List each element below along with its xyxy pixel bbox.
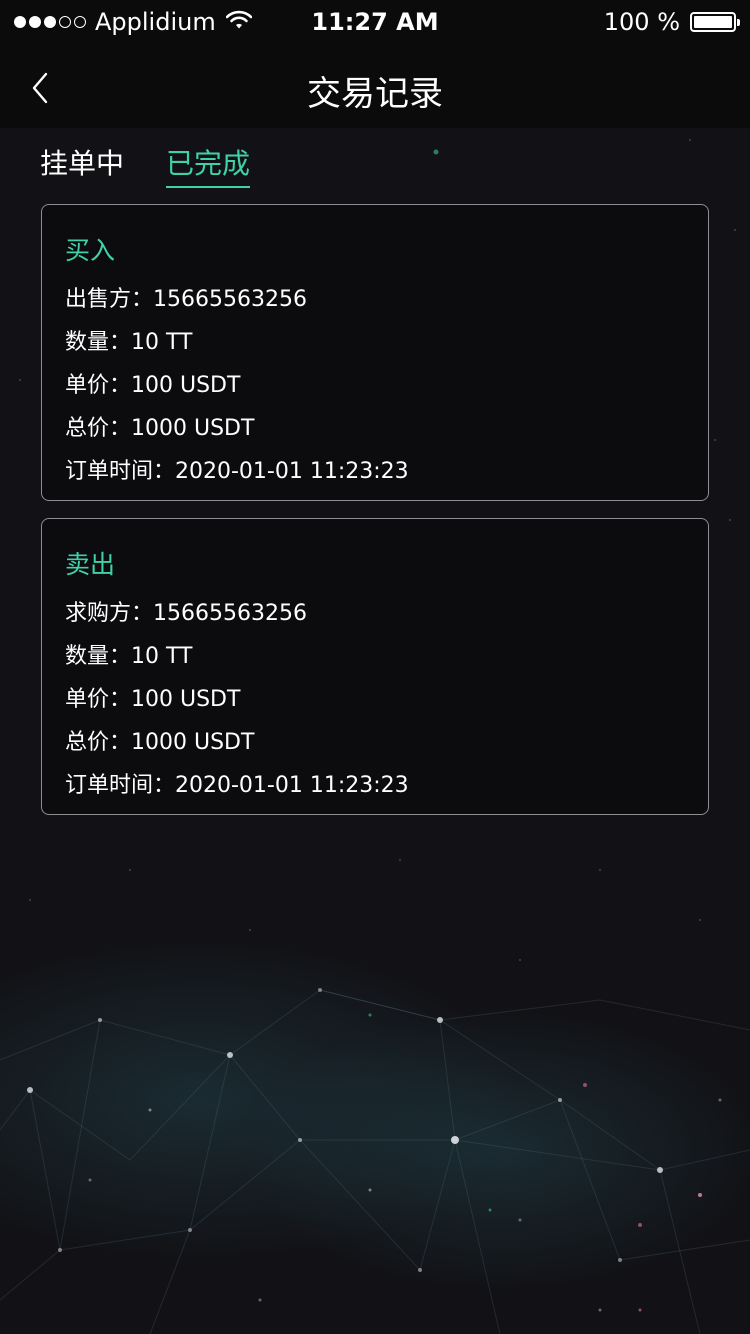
quantity-line: 数量：10 TT — [65, 644, 193, 669]
status-right: 100 % — [603, 8, 740, 36]
total-price-line: 总价：1000 USDT — [65, 730, 255, 755]
trade-record-card[interactable]: 买入 出售方：15665563256 数量：10 TT 单价：100 USDT … — [41, 204, 709, 501]
trade-type-label: 卖出 — [65, 550, 116, 579]
trade-record-card[interactable]: 卖出 求购方：15665563256 数量：10 TT 单价：100 USDT … — [41, 518, 709, 815]
order-time-line: 订单时间：2020-01-01 11:23:23 — [65, 459, 409, 484]
unit-price-line: 单价：100 USDT — [65, 373, 241, 398]
battery-percentage: 100 % — [603, 8, 680, 36]
trade-type-label: 买入 — [65, 236, 116, 265]
order-time-line: 订单时间：2020-01-01 11:23:23 — [65, 773, 409, 798]
tab-completed[interactable]: 已完成 — [166, 142, 251, 188]
counterparty-line: 求购方：15665563256 — [65, 601, 307, 626]
status-bar: Applidium 11:27 AM 100 % — [0, 0, 750, 44]
quantity-line: 数量：10 TT — [65, 330, 193, 355]
battery-icon — [690, 12, 740, 32]
tab-bar: 挂单中 已完成 — [40, 142, 292, 188]
page-title: 交易记录 — [307, 74, 443, 114]
counterparty-line: 出售方：15665563256 — [65, 287, 307, 312]
total-price-line: 总价：1000 USDT — [65, 416, 255, 441]
tab-pending[interactable]: 挂单中 — [40, 142, 124, 188]
navigation-bar: 交易记录 — [0, 44, 750, 128]
unit-price-line: 单价：100 USDT — [65, 687, 241, 712]
